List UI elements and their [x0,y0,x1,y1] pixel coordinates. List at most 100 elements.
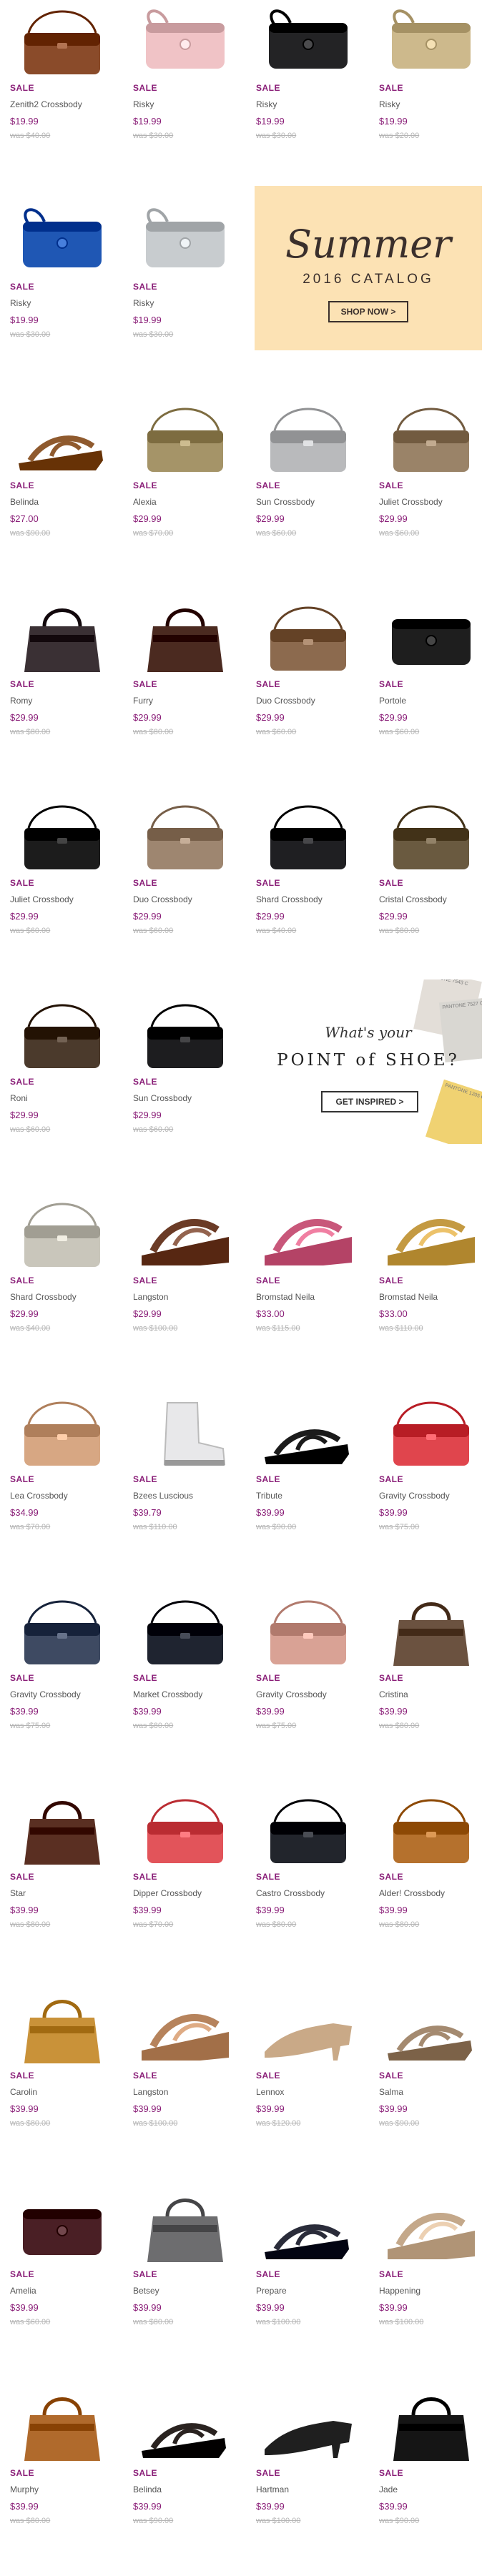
product-image[interactable] [132,995,239,1074]
product-name[interactable]: Zenith2 Crossbody [10,99,82,109]
product-image[interactable] [9,995,116,1074]
product-card[interactable]: SALE Langston $39.99 was $100.00 [132,1989,239,2178]
product-name[interactable]: Castro Crossbody [256,1888,325,1898]
product-card[interactable]: SALE Dipper Crossbody $39.99 was $70.00 [132,1790,239,1980]
product-name[interactable]: Sun Crossbody [256,497,315,507]
product-name[interactable]: Belinda [133,2484,162,2494]
product-name[interactable]: Langston [133,2087,168,2097]
product-name[interactable]: Langston [133,1292,168,1302]
product-name[interactable]: Betsey [133,2286,159,2296]
product-image[interactable] [132,2188,239,2266]
product-card[interactable]: SALE Prepare $39.99 was $100.00 [255,2188,362,2377]
product-name[interactable]: Risky [10,298,31,308]
product-name[interactable]: Alexia [133,497,157,507]
product-name[interactable]: Amelia [10,2286,36,2296]
product-image[interactable] [132,2387,239,2465]
product-image[interactable] [9,1393,116,1471]
product-name[interactable]: Duo Crossbody [133,894,192,904]
product-image[interactable] [9,1989,116,2068]
product-image[interactable] [378,796,485,875]
product-card[interactable]: SALE Juliet Crossbody $29.99 was $60.00 [9,796,116,986]
product-image[interactable] [378,598,485,676]
product-card[interactable]: SALE Bromstad Neila $33.00 was $115.00 [255,1194,362,1383]
product-card[interactable]: SALE Shard Crossbody $29.99 was $40.00 [9,1194,116,1383]
product-name[interactable]: Romy [10,696,32,706]
product-image[interactable] [378,399,485,478]
product-name[interactable]: Bromstad Neila [256,1292,315,1302]
product-image[interactable] [378,1,485,80]
product-image[interactable] [9,2387,116,2465]
product-name[interactable]: Bromstad Neila [379,1292,438,1302]
product-card[interactable]: SALE Romy $29.99 was $80.00 [9,598,116,787]
product-name[interactable]: Tribute [256,1491,282,1501]
product-image[interactable] [255,796,362,875]
product-image[interactable] [9,1592,116,1670]
get-inspired-button[interactable]: GET INSPIRED > [321,1091,418,1112]
product-card[interactable]: SALE Carolin $39.99 was $80.00 [9,1989,116,2178]
point-of-shoe-banner[interactable]: PANTONE 7543 C PANTONE 7527 C PANTONE 12… [255,979,482,1144]
product-image[interactable] [9,1790,116,1869]
product-card[interactable]: SALE Risky $19.99 was $30.00 [132,200,239,390]
product-image[interactable] [132,399,239,478]
product-card[interactable]: SALE Risky $19.99 was $30.00 [9,200,116,390]
product-name[interactable]: Gravity Crossbody [379,1491,450,1501]
product-card[interactable]: SALE Zenith2 Crossbody $19.99 was $40.00 [9,1,116,191]
product-image[interactable] [255,1790,362,1869]
product-name[interactable]: Risky [379,99,400,109]
product-image[interactable] [132,1989,239,2068]
product-name[interactable]: Lea Crossbody [10,1491,68,1501]
product-card[interactable]: SALE Duo Crossbody $29.99 was $60.00 [132,796,239,986]
product-name[interactable]: Risky [133,99,154,109]
product-name[interactable]: Cristina [379,1689,408,1699]
product-image[interactable] [255,1592,362,1670]
product-name[interactable]: Risky [133,298,154,308]
product-name[interactable]: Roni [10,1093,28,1103]
product-name[interactable]: Jade [379,2484,398,2494]
product-image[interactable] [132,1393,239,1471]
product-card[interactable]: SALE Tribute $39.99 was $90.00 [255,1393,362,1582]
product-image[interactable] [255,2387,362,2465]
product-name[interactable]: Juliet Crossbody [379,497,443,507]
product-card[interactable]: SALE Bzees Luscious $39.79 was $110.00 [132,1393,239,1582]
summer-catalog-banner[interactable]: Summer 2016 CATALOG SHOP NOW > [255,186,482,350]
product-card[interactable]: SALE Market Crossbody $39.99 was $80.00 [132,1592,239,1781]
product-name[interactable]: Furry [133,696,153,706]
shop-now-button[interactable]: SHOP NOW > [328,301,408,322]
product-card[interactable]: SALE Cristina $39.99 was $80.00 [378,1592,485,1781]
product-name[interactable]: Market Crossbody [133,1689,202,1699]
product-name[interactable]: Duo Crossbody [256,696,315,706]
product-image[interactable] [378,2188,485,2266]
product-card[interactable]: SALE Star $39.99 was $80.00 [9,1790,116,1980]
product-card[interactable]: SALE Portole $29.99 was $60.00 [378,598,485,787]
product-card[interactable]: SALE Sun Crossbody $29.99 was $60.00 [132,995,239,1185]
product-card[interactable]: SALE Hartman $39.99 was $100.00 [255,2387,362,2576]
product-image[interactable] [378,1194,485,1273]
product-image[interactable] [255,399,362,478]
product-image[interactable] [255,1194,362,1273]
product-image[interactable] [378,1790,485,1869]
product-image[interactable] [132,1194,239,1273]
product-card[interactable]: SALE Alexia $29.99 was $70.00 [132,399,239,588]
product-image[interactable] [255,2188,362,2266]
product-image[interactable] [132,200,239,279]
product-card[interactable]: SALE Lennox $39.99 was $120.00 [255,1989,362,2178]
product-name[interactable]: Shard Crossbody [10,1292,77,1302]
product-image[interactable] [9,200,116,279]
product-card[interactable]: SALE Gravity Crossbody $39.99 was $75.00 [9,1592,116,1781]
product-card[interactable]: SALE Furry $29.99 was $80.00 [132,598,239,787]
product-card[interactable]: SALE Castro Crossbody $39.99 was $80.00 [255,1790,362,1980]
product-card[interactable]: SALE Sun Crossbody $29.99 was $60.00 [255,399,362,588]
product-card[interactable]: SALE Jade $39.99 was $90.00 [378,2387,485,2576]
product-card[interactable]: SALE Happening $39.99 was $100.00 [378,2188,485,2377]
product-image[interactable] [9,2188,116,2266]
product-image[interactable] [255,1,362,80]
product-name[interactable]: Bzees Luscious [133,1491,193,1501]
product-image[interactable] [378,1393,485,1471]
product-image[interactable] [132,598,239,676]
product-card[interactable]: SALE Risky $19.99 was $30.00 [255,1,362,191]
product-card[interactable]: SALE Juliet Crossbody $29.99 was $60.00 [378,399,485,588]
product-card[interactable]: SALE Shard Crossbody $29.99 was $40.00 [255,796,362,986]
product-card[interactable]: SALE Roni $29.99 was $60.00 [9,995,116,1185]
product-name[interactable]: Gravity Crossbody [256,1689,327,1699]
product-name[interactable]: Dipper Crossbody [133,1888,202,1898]
